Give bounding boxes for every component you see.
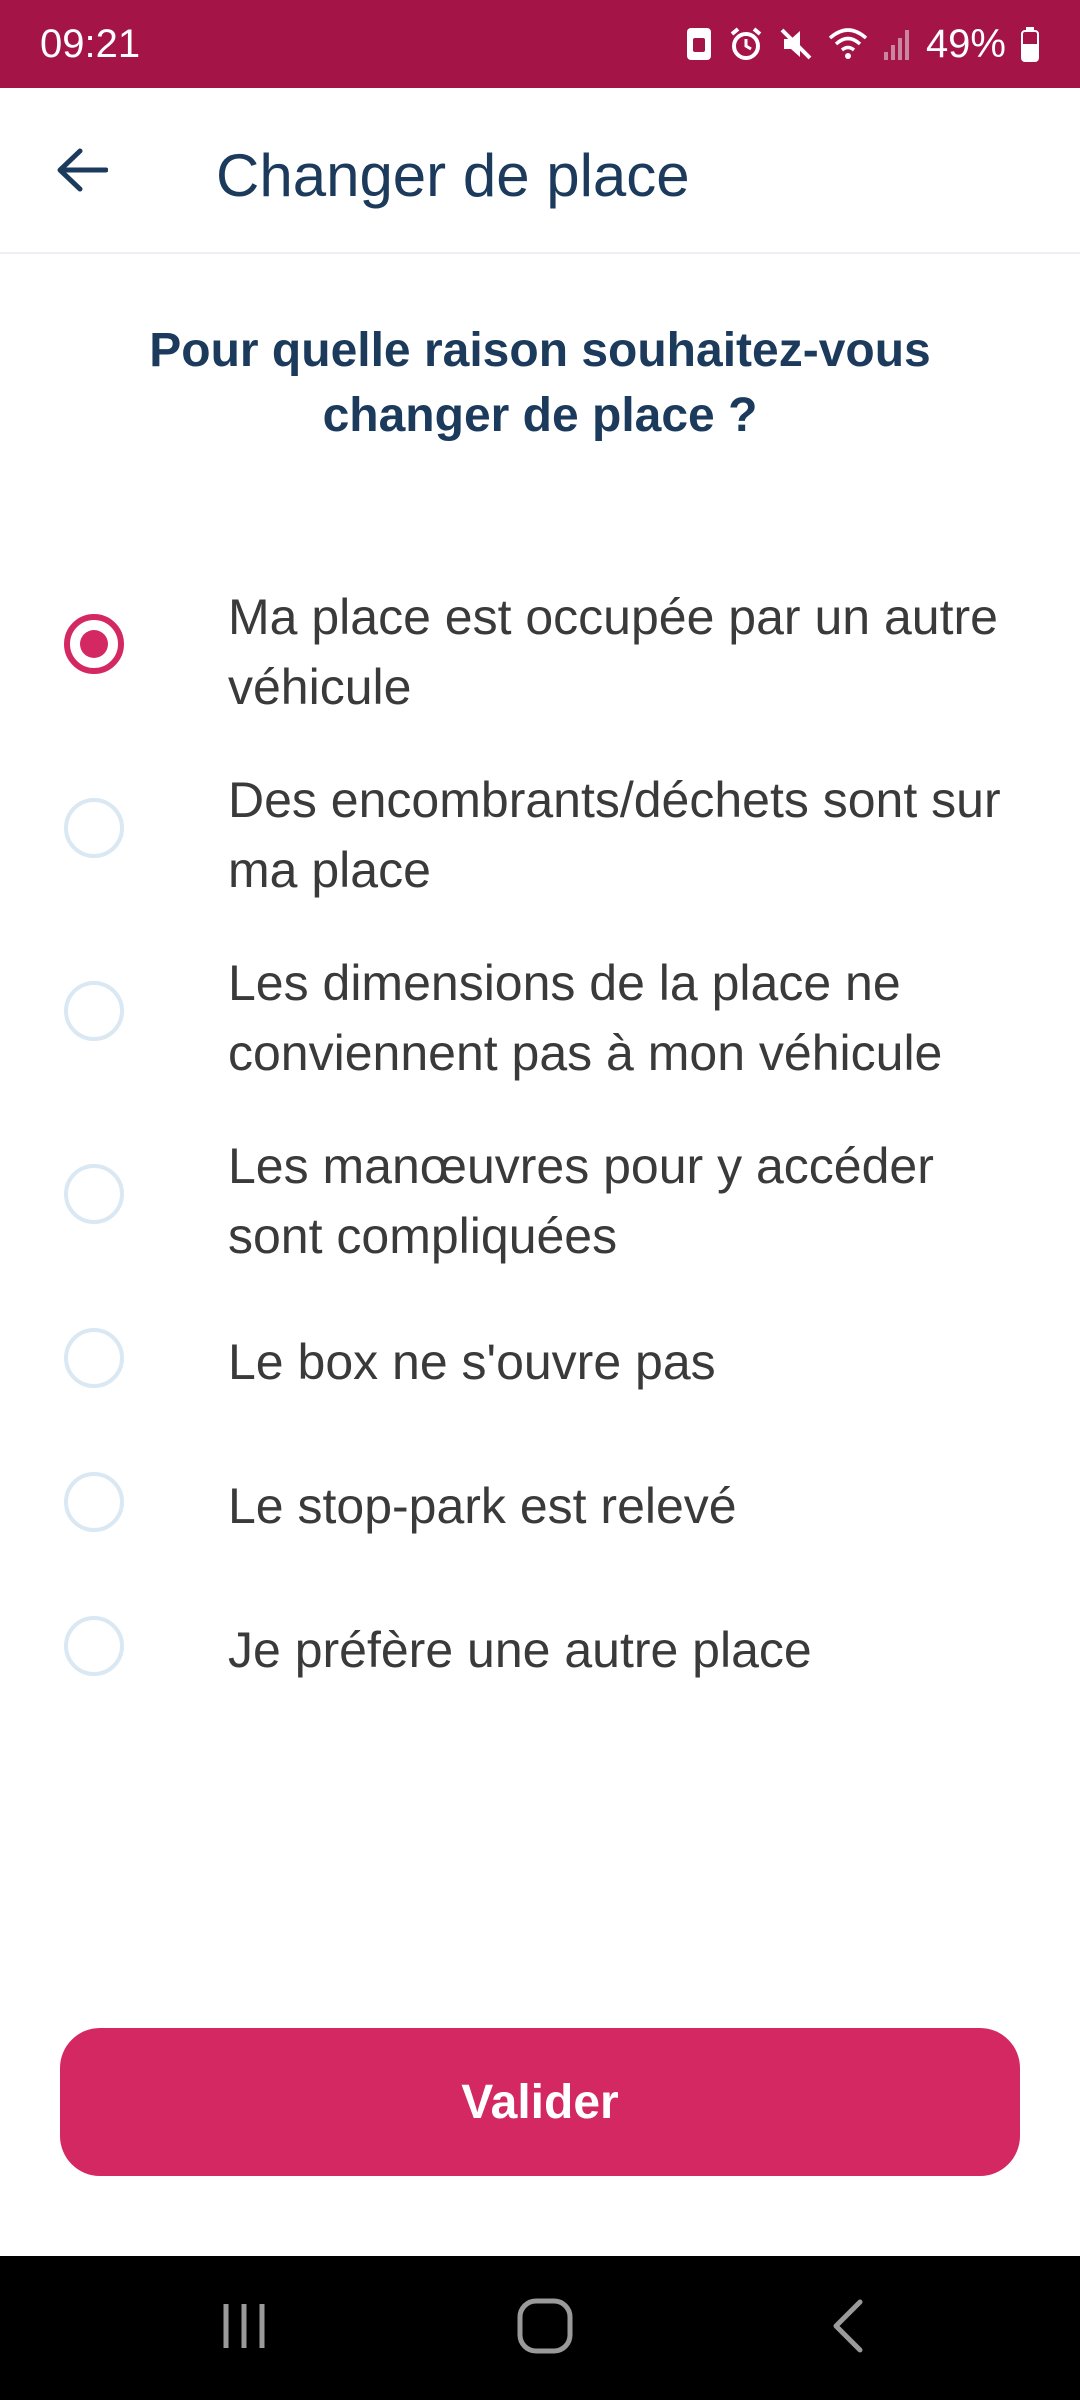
page-title: Changer de place xyxy=(216,142,690,209)
mute-icon xyxy=(778,26,814,62)
home-button[interactable] xyxy=(495,2292,595,2364)
system-nav-bar xyxy=(0,2256,1080,2400)
radio-button[interactable] xyxy=(64,614,124,674)
question-heading: Pour quelle raison souhaitez-vous change… xyxy=(149,324,931,442)
battery-percent: 49% xyxy=(925,22,1006,66)
radio-button[interactable] xyxy=(64,981,124,1041)
recent-apps-icon xyxy=(218,2300,270,2357)
status-icons: 49% xyxy=(684,18,1040,70)
signal-icon xyxy=(882,26,912,62)
back-icon xyxy=(828,2298,868,2359)
radio-button[interactable] xyxy=(64,1328,124,1388)
option-label: Les manœuvres pour y accéder sont compli… xyxy=(228,1138,934,1264)
back-button[interactable] xyxy=(40,130,124,214)
validate-button[interactable]: Valider xyxy=(60,2028,1020,2176)
option-label: Le stop-park est relevé xyxy=(228,1478,737,1534)
arrow-left-icon xyxy=(56,148,109,197)
home-icon xyxy=(516,2297,574,2360)
status-time: 09:21 xyxy=(40,22,141,66)
option-label: Ma place est occupée par un autre véhicu… xyxy=(228,589,998,715)
status-bar: 09:21 49% xyxy=(0,0,1080,88)
radio-button[interactable] xyxy=(64,1616,124,1676)
option-label: Le box ne s'ouvre pas xyxy=(228,1334,716,1390)
recent-apps-button[interactable] xyxy=(194,2292,294,2364)
system-back-button[interactable] xyxy=(798,2292,898,2364)
radio-button[interactable] xyxy=(64,1472,124,1532)
radio-button[interactable] xyxy=(64,1164,124,1224)
option-label: Je préfère une autre place xyxy=(228,1622,812,1678)
wifi-icon xyxy=(828,26,868,62)
radio-button[interactable] xyxy=(64,798,124,858)
app-bar: Changer de place xyxy=(0,88,1080,254)
alarm-icon xyxy=(728,26,764,62)
option-label: Les dimensions de la place ne conviennen… xyxy=(228,955,943,1081)
option-label: Des encombrants/déchets sont sur ma plac… xyxy=(228,772,1001,898)
sim-icon xyxy=(684,26,714,62)
battery-icon xyxy=(1020,26,1040,62)
